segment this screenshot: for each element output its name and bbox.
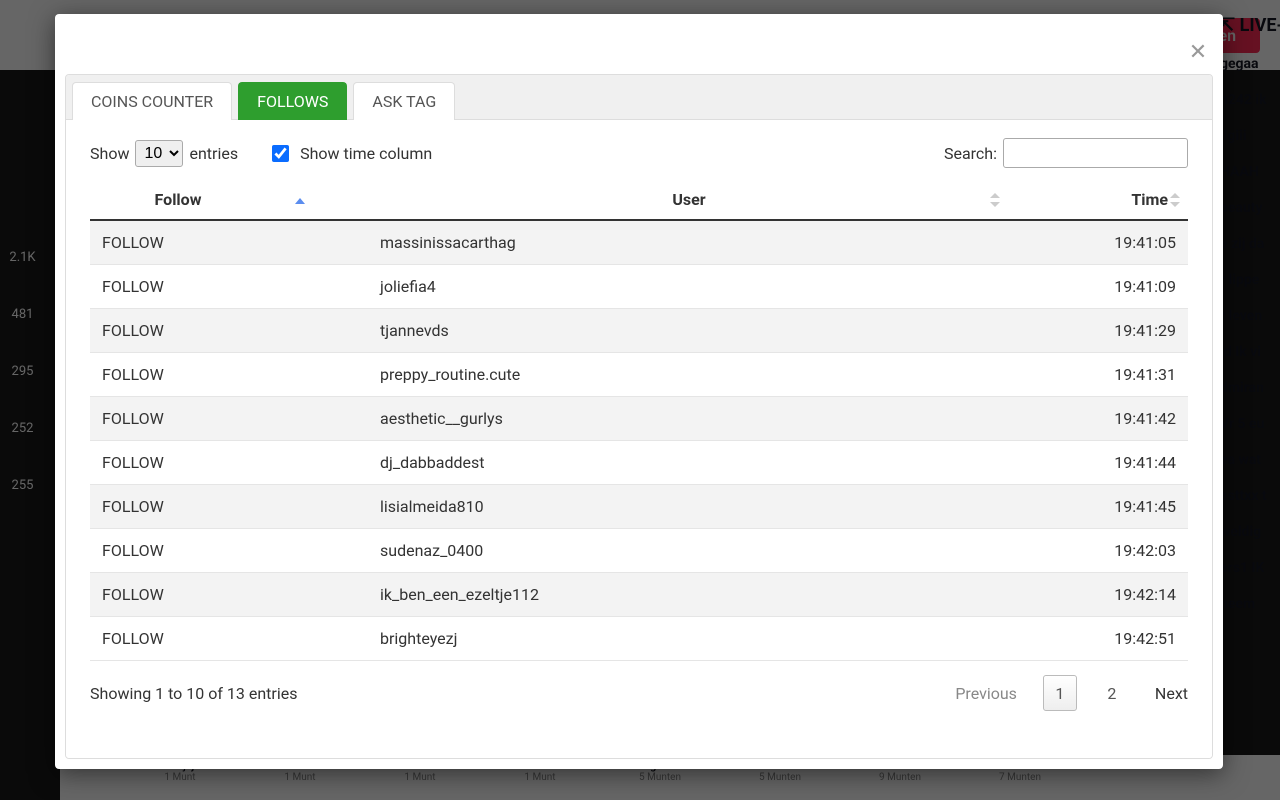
cell-user: dj_dabbaddest [370,441,1008,485]
cell-follow: FOLLOW [90,397,370,441]
sort-icon [1170,193,1180,207]
table-row: FOLLOWlisialmeida81019:41:45 [90,485,1188,529]
cell-follow: FOLLOW [90,485,370,529]
sort-asc-icon [295,198,305,204]
cell-time: 19:41:05 [1008,220,1188,265]
cell-user: lisialmeida810 [370,485,1008,529]
cell-time: 19:42:03 [1008,529,1188,573]
cell-time: 19:41:42 [1008,397,1188,441]
next-button[interactable]: Next [1155,684,1188,703]
table-row: FOLLOWtjannevds19:41:29 [90,309,1188,353]
table-row: FOLLOWaesthetic__gurlys19:41:42 [90,397,1188,441]
tab-bar: COINS COUNTER FOLLOWS ASK TAG [66,75,1212,120]
table-row: FOLLOWpreppy_routine.cute19:41:31 [90,353,1188,397]
search-label: Search: [944,144,997,163]
table-row: FOLLOWik_ben_een_ezeltje11219:42:14 [90,573,1188,617]
col-user[interactable]: User [370,180,1008,220]
page-1[interactable]: 1 [1043,675,1077,711]
cell-follow: FOLLOW [90,220,370,265]
cell-follow: FOLLOW [90,265,370,309]
cell-user: preppy_routine.cute [370,353,1008,397]
entries-selector: Show 10 entries [90,140,238,167]
follows-panel: Show 10 entries Show time column Search: [66,120,1212,759]
col-follow[interactable]: Follow [90,180,370,220]
show-label-pre: Show [90,144,129,163]
table-row: FOLLOWdj_dabbaddest19:41:44 [90,441,1188,485]
tab-follows[interactable]: FOLLOWS [238,82,347,120]
entries-select[interactable]: 10 [135,140,183,167]
show-label-post: entries [189,144,238,163]
show-time-label: Show time column [300,144,432,163]
cell-user: sudenaz_0400 [370,529,1008,573]
cell-time: 19:41:29 [1008,309,1188,353]
cell-time: 19:42:14 [1008,573,1188,617]
cell-follow: FOLLOW [90,441,370,485]
table-info: Showing 1 to 10 of 13 entries [90,684,297,703]
cell-follow: FOLLOW [90,617,370,661]
cell-time: 19:41:44 [1008,441,1188,485]
cell-follow: FOLLOW [90,309,370,353]
cell-time: 19:42:51 [1008,617,1188,661]
follows-modal: ✕ COINS COUNTER FOLLOWS ASK TAG Show 10 … [55,14,1223,769]
cell-user: massinissacarthag [370,220,1008,265]
cell-user: joliefia4 [370,265,1008,309]
cell-follow: FOLLOW [90,353,370,397]
cell-follow: FOLLOW [90,529,370,573]
follows-table: Follow User Time FOLLOWmassinissac [90,180,1188,661]
show-time-checkbox[interactable] [272,145,289,162]
sort-icon [990,193,1000,207]
tab-ask-tag[interactable]: ASK TAG [353,82,455,120]
table-row: FOLLOWjoliefia419:41:09 [90,265,1188,309]
cell-time: 19:41:45 [1008,485,1188,529]
cell-user: brighteyezj [370,617,1008,661]
search-input[interactable] [1003,138,1188,168]
paginator: Previous 12 Next [955,675,1188,711]
page-2[interactable]: 2 [1095,675,1129,711]
cell-user: aesthetic__gurlys [370,397,1008,441]
cell-time: 19:41:09 [1008,265,1188,309]
prev-button[interactable]: Previous [955,684,1017,703]
table-row: FOLLOWbrighteyezj19:42:51 [90,617,1188,661]
close-icon[interactable]: ✕ [1188,44,1208,64]
col-time[interactable]: Time [1008,180,1188,220]
cell-follow: FOLLOW [90,573,370,617]
cell-user: tjannevds [370,309,1008,353]
cell-time: 19:41:31 [1008,353,1188,397]
cell-user: ik_ben_een_ezeltje112 [370,573,1008,617]
tab-coins-counter[interactable]: COINS COUNTER [72,82,232,120]
table-row: FOLLOWmassinissacarthag19:41:05 [90,220,1188,265]
table-row: FOLLOWsudenaz_040019:42:03 [90,529,1188,573]
